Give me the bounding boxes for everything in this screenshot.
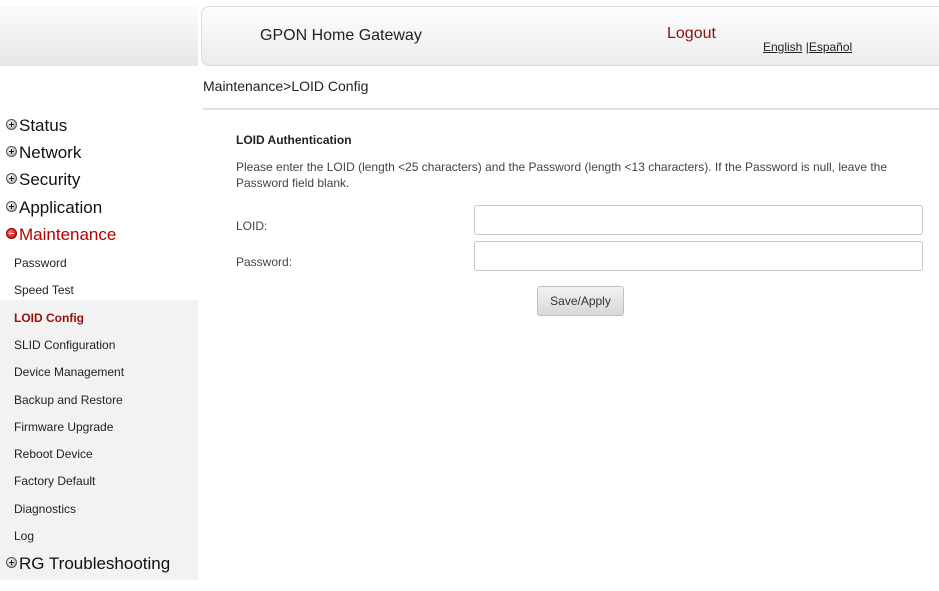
loid-input[interactable]	[474, 205, 923, 235]
nav-status[interactable]: Status	[6, 116, 67, 136]
plus-circle-icon	[6, 200, 17, 212]
password-label: Password:	[236, 255, 293, 269]
loid-label: LOID:	[236, 219, 268, 233]
sidebar-item-firmware-upgrade[interactable]: Firmware Upgrade	[14, 420, 113, 434]
plus-circle-icon	[6, 556, 17, 568]
sidebar-header-band	[0, 6, 198, 66]
nav-status-label: Status	[19, 116, 68, 135]
lang-english-link[interactable]: English	[763, 40, 802, 54]
lang-spanish-link[interactable]: Español	[809, 40, 852, 54]
sidebar-item-factory-default[interactable]: Factory Default	[14, 474, 95, 488]
sidebar-item-diagnostics[interactable]: Diagnostics	[14, 502, 76, 516]
nav-rg-troubleshooting-label: RG Troubleshooting	[19, 554, 171, 573]
sidebar-item-backup-restore[interactable]: Backup and Restore	[14, 393, 123, 407]
nav-application-label: Application	[19, 198, 103, 217]
nav-network-label: Network	[19, 143, 82, 162]
nav-security-label: Security	[19, 170, 81, 189]
plus-circle-icon	[6, 145, 17, 157]
section-title: LOID Authentication	[236, 133, 352, 147]
sidebar-item-loid-config[interactable]: LOID Config	[14, 311, 84, 325]
nav-rg-troubleshooting[interactable]: RG Troubleshooting	[6, 554, 170, 574]
header-bar: GPON Home Gateway Logout English |Españo…	[201, 6, 939, 66]
nav-security[interactable]: Security	[6, 170, 80, 190]
breadcrumb: Maintenance>LOID Config	[203, 78, 369, 94]
save-apply-button[interactable]: Save/Apply	[537, 286, 624, 316]
sidebar-item-password[interactable]: Password	[14, 256, 67, 270]
language-switcher: English |Español	[763, 40, 852, 54]
nav-application[interactable]: Application	[6, 198, 102, 218]
sidebar-item-device-management[interactable]: Device Management	[14, 365, 124, 379]
plus-circle-icon	[6, 118, 17, 130]
nav-network[interactable]: Network	[6, 143, 81, 163]
sidebar-item-reboot-device[interactable]: Reboot Device	[14, 447, 93, 461]
password-input[interactable]	[474, 241, 923, 271]
sidebar: Status Network Security Application Main…	[0, 0, 198, 591]
divider	[203, 108, 939, 110]
nav-maintenance[interactable]: Maintenance	[6, 225, 116, 245]
instructions-text: Please enter the LOID (length <25 charac…	[236, 160, 888, 190]
nav-maintenance-label: Maintenance	[19, 225, 117, 244]
minus-circle-icon	[6, 227, 17, 239]
gateway-title: GPON Home Gateway	[260, 27, 422, 44]
sidebar-item-log[interactable]: Log	[14, 529, 34, 543]
logout-link[interactable]: Logout	[667, 25, 716, 43]
sidebar-item-slid-configuration[interactable]: SLID Configuration	[14, 338, 115, 352]
sidebar-item-speed-test[interactable]: Speed Test	[14, 283, 74, 297]
plus-circle-icon	[6, 172, 17, 184]
